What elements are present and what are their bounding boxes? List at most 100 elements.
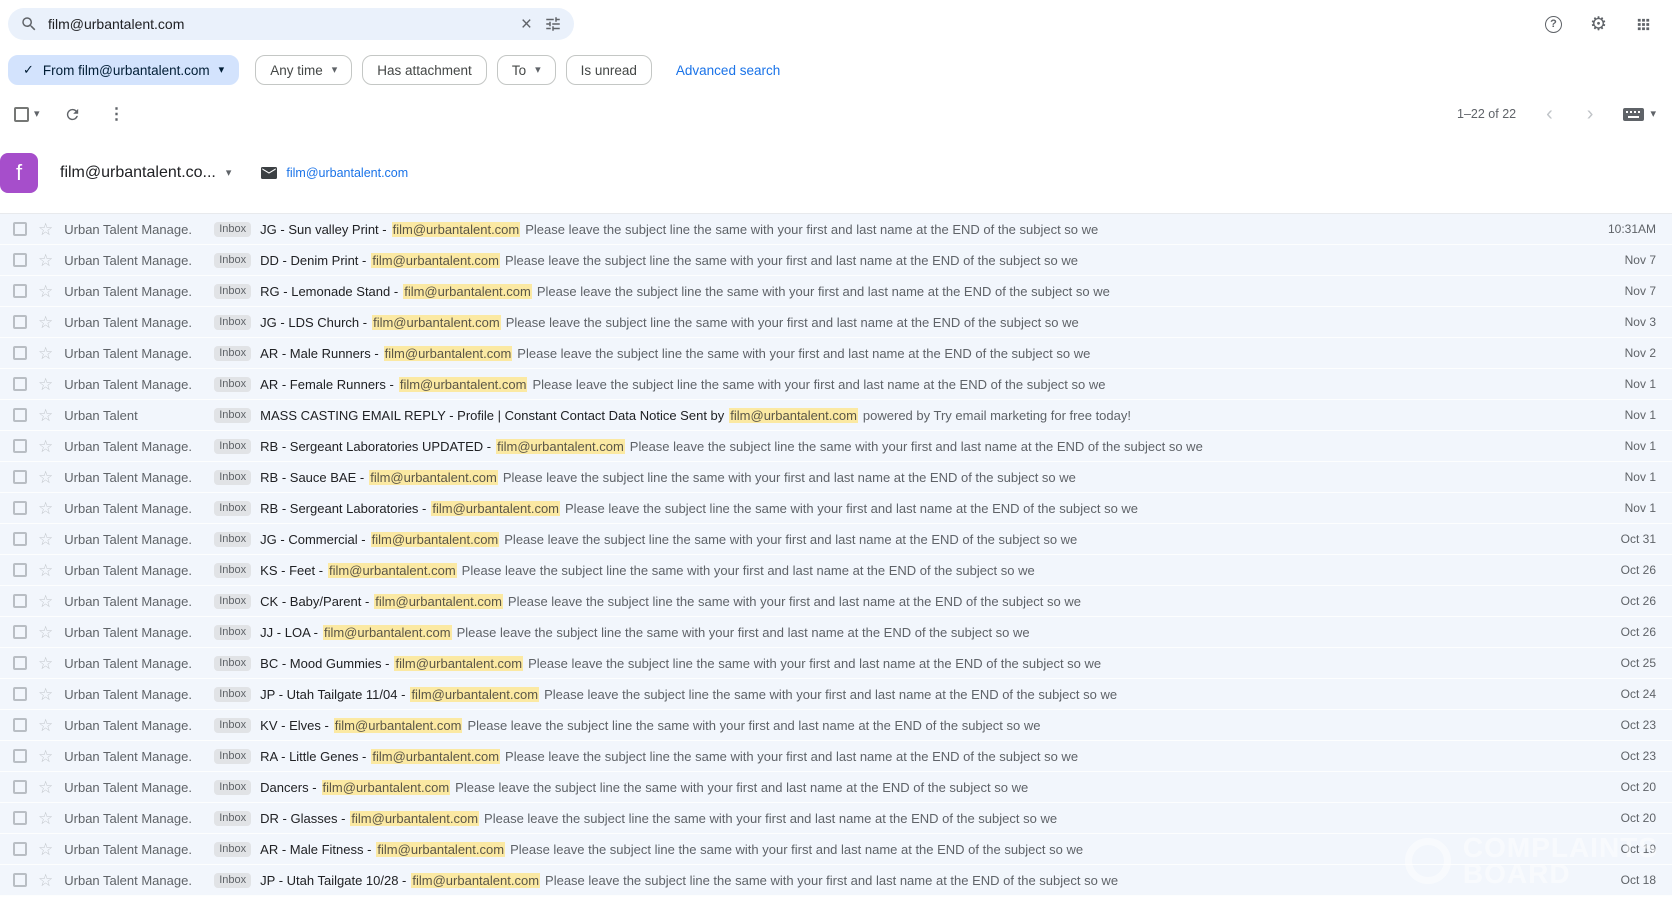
- search-highlight: film@urbantalent.com: [334, 718, 463, 733]
- chip-has-attachment[interactable]: Has attachment: [362, 55, 487, 85]
- table-row[interactable]: ☆ Urban Talent Manage. Inbox JP - Utah T…: [0, 865, 1672, 896]
- star-icon[interactable]: ☆: [38, 314, 53, 331]
- email-sender: Urban Talent Manage.: [64, 532, 214, 547]
- chevron-down-icon[interactable]: ▾: [34, 109, 40, 120]
- apps-grid-icon[interactable]: [1635, 16, 1652, 33]
- row-checkbox[interactable]: [13, 718, 27, 732]
- email-snippet: Please leave the subject line the same w…: [510, 842, 1083, 857]
- gear-icon[interactable]: ⚙: [1590, 15, 1607, 34]
- row-checkbox[interactable]: [13, 749, 27, 763]
- table-row[interactable]: ☆ Urban Talent Manage. Inbox DR - Glasse…: [0, 803, 1672, 834]
- help-icon[interactable]: ?: [1545, 16, 1562, 33]
- chip-from-sender[interactable]: ✓ From film@urbantalent.com ▾: [8, 55, 239, 85]
- star-icon[interactable]: ☆: [38, 469, 53, 486]
- star-icon[interactable]: ☆: [38, 407, 53, 424]
- star-icon[interactable]: ☆: [38, 779, 53, 796]
- search-bar[interactable]: ×: [8, 8, 574, 40]
- table-row[interactable]: ☆ Urban Talent Manage. Inbox RB - Sergea…: [0, 493, 1672, 524]
- search-icon[interactable]: [20, 15, 38, 33]
- chip-any-time[interactable]: Any time ▾: [255, 55, 352, 85]
- table-row[interactable]: ☆ Urban Talent Manage. Inbox RA - Little…: [0, 741, 1672, 772]
- input-tools-control[interactable]: ▾: [1623, 108, 1656, 121]
- row-checkbox[interactable]: [13, 222, 27, 236]
- row-checkbox[interactable]: [13, 346, 27, 360]
- star-icon[interactable]: ☆: [38, 500, 53, 517]
- row-checkbox[interactable]: [13, 253, 27, 267]
- star-icon[interactable]: ☆: [38, 686, 53, 703]
- table-row[interactable]: ☆ Urban Talent Manage. Inbox CK - Baby/P…: [0, 586, 1672, 617]
- star-icon[interactable]: ☆: [38, 841, 53, 858]
- table-row[interactable]: ☆ Urban Talent Manage. Inbox AR - Female…: [0, 369, 1672, 400]
- row-checkbox[interactable]: [13, 532, 27, 546]
- row-checkbox[interactable]: [13, 439, 27, 453]
- star-icon[interactable]: ☆: [38, 252, 53, 269]
- refresh-icon[interactable]: [64, 106, 81, 123]
- star-icon[interactable]: ☆: [38, 655, 53, 672]
- star-icon[interactable]: ☆: [38, 748, 53, 765]
- search-input[interactable]: [48, 16, 509, 32]
- star-icon[interactable]: ☆: [38, 624, 53, 641]
- table-row[interactable]: ☆ Urban Talent Manage. Inbox JP - Utah T…: [0, 679, 1672, 710]
- table-row[interactable]: ☆ Urban Talent Manage. Inbox BC - Mood G…: [0, 648, 1672, 679]
- star-icon[interactable]: ☆: [38, 221, 53, 238]
- table-row[interactable]: ☆ Urban Talent Inbox MASS CASTING EMAIL …: [0, 400, 1672, 431]
- avatar[interactable]: f: [0, 153, 38, 193]
- row-checkbox[interactable]: [13, 873, 27, 887]
- star-icon[interactable]: ☆: [38, 531, 53, 548]
- table-row[interactable]: ☆ Urban Talent Manage. Inbox JG - Commer…: [0, 524, 1672, 555]
- star-icon[interactable]: ☆: [38, 717, 53, 734]
- star-icon[interactable]: ☆: [38, 562, 53, 579]
- row-checkbox[interactable]: [13, 470, 27, 484]
- older-page-icon[interactable]: ›: [1583, 104, 1598, 124]
- table-row[interactable]: ☆ Urban Talent Manage. Inbox RG - Lemona…: [0, 276, 1672, 307]
- star-icon[interactable]: ☆: [38, 810, 53, 827]
- table-row[interactable]: ☆ Urban Talent Manage. Inbox Dancers - f…: [0, 772, 1672, 803]
- row-checkbox[interactable]: [13, 687, 27, 701]
- profile-email-group[interactable]: film@urbantalent.com: [261, 166, 408, 180]
- star-icon[interactable]: ☆: [38, 283, 53, 300]
- table-row[interactable]: ☆ Urban Talent Manage. Inbox AR - Male F…: [0, 834, 1672, 865]
- profile-name-dropdown[interactable]: film@urbantalent.co... ▾: [60, 164, 231, 182]
- table-row[interactable]: ☆ Urban Talent Manage. Inbox RB - Sauce …: [0, 462, 1672, 493]
- row-checkbox[interactable]: [13, 780, 27, 794]
- star-icon[interactable]: ☆: [38, 345, 53, 362]
- row-checkbox[interactable]: [13, 284, 27, 298]
- row-checkbox[interactable]: [13, 408, 27, 422]
- star-icon[interactable]: ☆: [38, 872, 53, 889]
- select-all-checkbox[interactable]: [14, 107, 29, 122]
- star-icon[interactable]: ☆: [38, 376, 53, 393]
- profile-email-link[interactable]: film@urbantalent.com: [286, 166, 408, 180]
- row-checkbox[interactable]: [13, 377, 27, 391]
- more-options-icon[interactable]: ⋮: [105, 104, 129, 124]
- row-checkbox[interactable]: [13, 501, 27, 515]
- row-checkbox[interactable]: [13, 656, 27, 670]
- table-row[interactable]: ☆ Urban Talent Manage. Inbox JG - LDS Ch…: [0, 307, 1672, 338]
- star-icon[interactable]: ☆: [38, 438, 53, 455]
- row-checkbox[interactable]: [13, 315, 27, 329]
- clear-search-icon[interactable]: ×: [519, 15, 534, 34]
- chip-is-unread[interactable]: Is unread: [566, 55, 652, 85]
- table-row[interactable]: ☆ Urban Talent Manage. Inbox DD - Denim …: [0, 245, 1672, 276]
- email-subject: DD - Denim Print -: [260, 253, 366, 268]
- chip-to[interactable]: To ▾: [497, 55, 556, 85]
- email-sender: Urban Talent Manage.: [64, 718, 214, 733]
- star-icon[interactable]: ☆: [38, 593, 53, 610]
- newer-page-icon[interactable]: ‹: [1542, 104, 1557, 124]
- table-row[interactable]: ☆ Urban Talent Manage. Inbox JG - Sun va…: [0, 214, 1672, 245]
- table-row[interactable]: ☆ Urban Talent Manage. Inbox RB - Sergea…: [0, 431, 1672, 462]
- table-row[interactable]: ☆ Urban Talent Manage. Inbox JJ - LOA - …: [0, 617, 1672, 648]
- row-checkbox[interactable]: [13, 594, 27, 608]
- table-row[interactable]: ☆ Urban Talent Manage. Inbox KS - Feet -…: [0, 555, 1672, 586]
- advanced-search-link[interactable]: Advanced search: [676, 63, 780, 78]
- row-checkbox[interactable]: [13, 563, 27, 577]
- toolbar-right: 1–22 of 22 ‹ › ▾: [1457, 104, 1656, 124]
- row-checkbox[interactable]: [13, 625, 27, 639]
- inbox-label: Inbox: [214, 284, 251, 299]
- search-options-icon[interactable]: [544, 15, 562, 33]
- table-row[interactable]: ☆ Urban Talent Manage. Inbox KV - Elves …: [0, 710, 1672, 741]
- select-all-control[interactable]: ▾: [14, 107, 40, 122]
- email-summary: Inbox KS - Feet - film@urbantalent.com P…: [214, 563, 1584, 578]
- table-row[interactable]: ☆ Urban Talent Manage. Inbox AR - Male R…: [0, 338, 1672, 369]
- row-checkbox[interactable]: [13, 811, 27, 825]
- row-checkbox[interactable]: [13, 842, 27, 856]
